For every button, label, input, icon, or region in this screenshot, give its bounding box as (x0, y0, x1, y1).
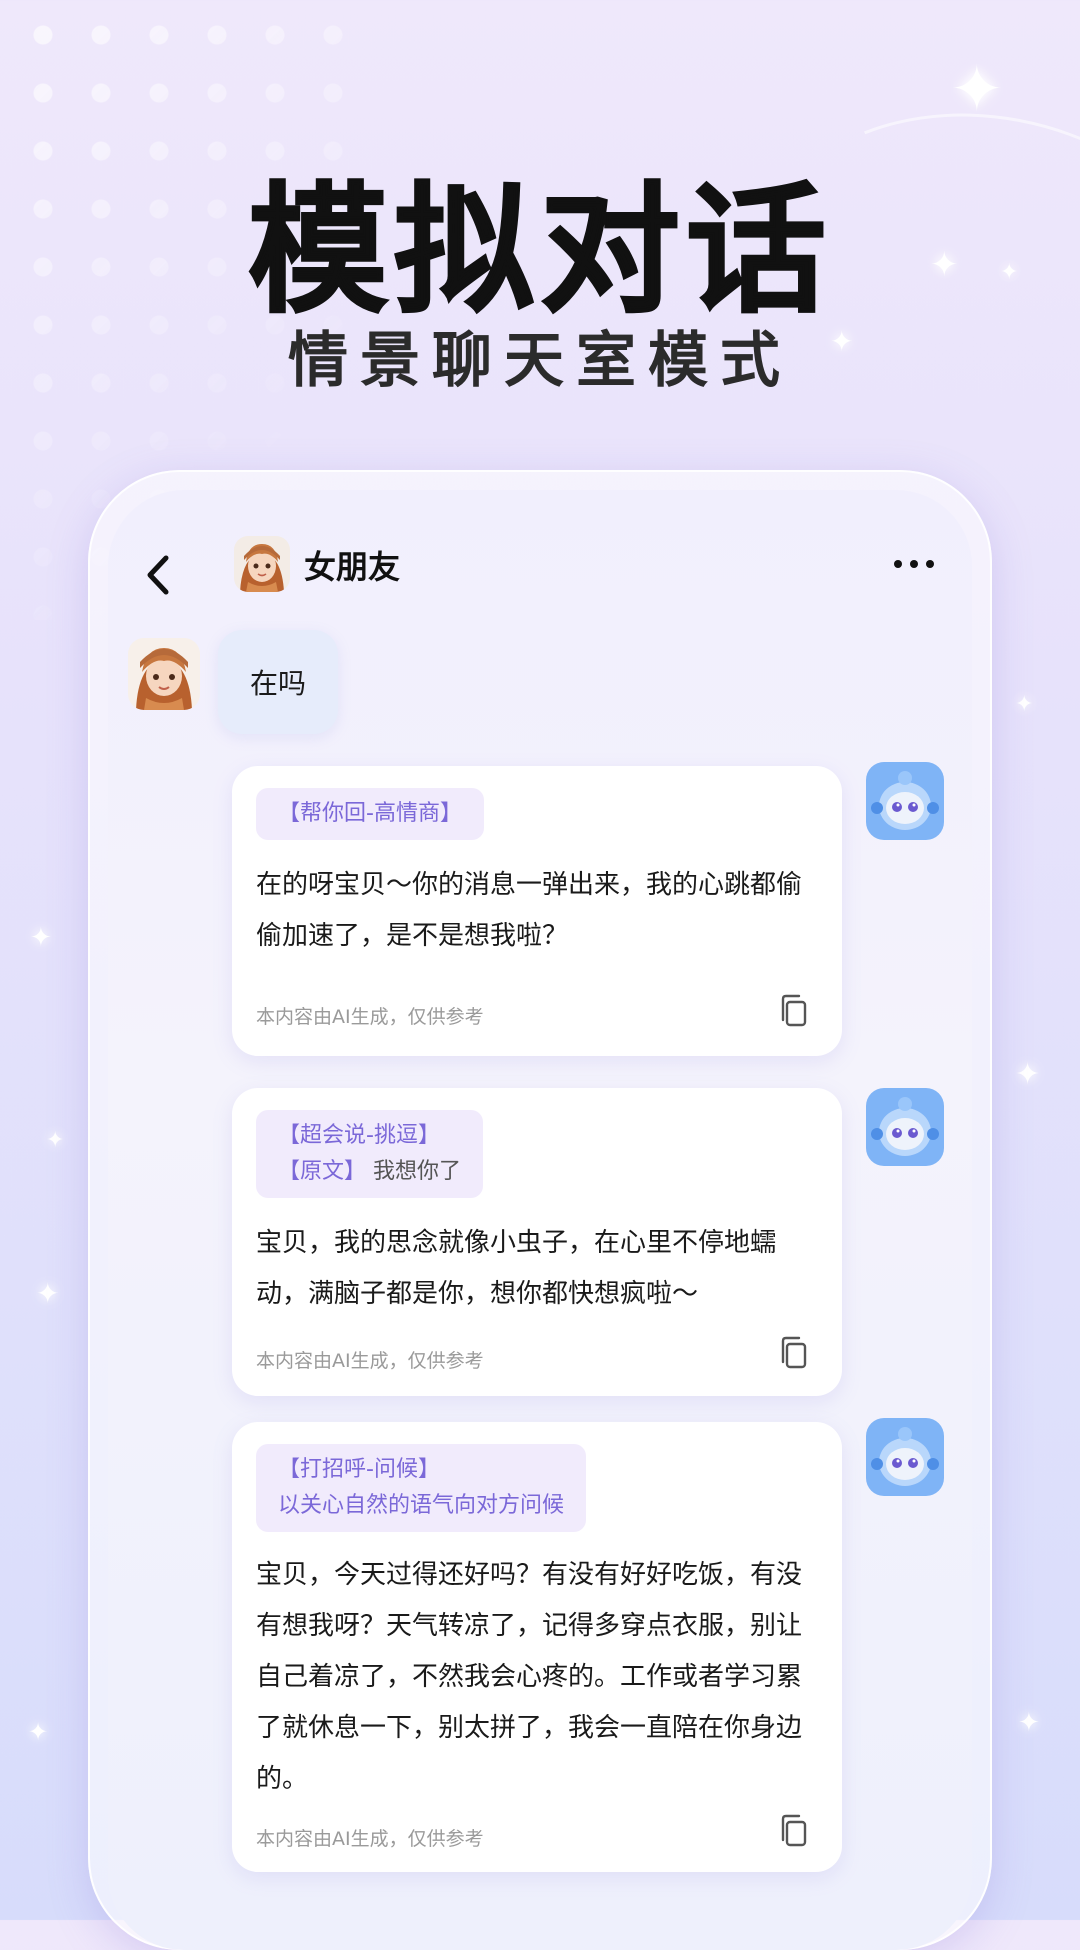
original-label: 【原文】 (278, 1159, 367, 1184)
back-arrow-icon[interactable] (138, 550, 178, 600)
reply-card: 【超会说-挑逗】 【原文】 我想你了 宝贝，我的思念就像小虫子，在心里不停地蠕动… (232, 1088, 842, 1396)
sparkle-icon: ✦ (1018, 1708, 1040, 1738)
original-text: 我想你了 (373, 1159, 462, 1184)
hero-title: 模拟对话 (247, 169, 832, 334)
reply-text[interactable]: 宝贝，我的思念就像小虫子，在心里不停地蠕动，满脑子都是你，想你都快想疯啦～ (256, 1218, 818, 1320)
reply-text[interactable]: 宝贝，今天过得还好吗？有没有好好吃饭，有没有想我呀？天气转凉了，记得多穿点衣服，… (256, 1550, 818, 1805)
sparkle-icon: ✦ (36, 1277, 60, 1310)
sparkle-icon: ✦ (30, 923, 52, 953)
ai-disclaimer: 本内容由AI生成，仅供参考 (256, 1828, 484, 1850)
contact-name: 女朋友 (304, 548, 401, 586)
hero-subtitle: 情景聊天室模式 (288, 326, 792, 396)
reply-style-tag: 【打招呼-问候】 以关心自然的语气向对方问候 (256, 1444, 587, 1532)
copy-icon[interactable] (780, 994, 808, 1028)
more-options-icon[interactable] (890, 554, 938, 574)
reply-text[interactable]: 在的呀宝贝～你的消息一弹出来，我的心跳都偷偷加速了，是不是想我啦？ (256, 860, 818, 962)
sparkle-icon: ✦ (46, 1128, 65, 1153)
tag-label: 【打招呼-问候】 (278, 1457, 440, 1482)
sparkle-icon: ✦ (950, 53, 1004, 127)
ai-robot-avatar (866, 1088, 944, 1166)
reply-card: 【帮你回-高情商】 在的呀宝贝～你的消息一弹出来，我的心跳都偷偷加速了，是不是想… (232, 766, 842, 1056)
tag-label: 【超会说-挑逗】 (278, 1123, 440, 1148)
tone-hint: 以关心自然的语气向对方问候 (278, 1493, 565, 1518)
incoming-message-bubble[interactable]: 在吗 (218, 630, 339, 734)
sparkle-icon: ✦ (1015, 1057, 1041, 1092)
sparkle-icon: ✦ (28, 1718, 49, 1746)
chat-header: 女朋友 (108, 490, 972, 640)
ai-robot-avatar (866, 1418, 944, 1496)
sparkle-icon: ✦ (1015, 692, 1034, 717)
ai-disclaimer: 本内容由AI生成，仅供参考 (256, 1006, 484, 1028)
reply-style-tag: 【超会说-挑逗】 【原文】 我想你了 (256, 1110, 484, 1198)
reply-style-tag: 【帮你回-高情商】 (256, 788, 484, 840)
contact-message-avatar[interactable] (128, 638, 200, 710)
tag-label: 【帮你回-高情商】 (278, 801, 462, 826)
contact-avatar[interactable] (234, 536, 290, 592)
original-text-line: 【原文】 我想你了 (278, 1154, 461, 1190)
chat-screen: 女朋友 在吗 【帮你回-高情商】 在的呀宝贝～你的消息一弹出来，我的心跳都偷偷加… (108, 490, 972, 1950)
copy-icon[interactable] (780, 1814, 808, 1848)
copy-icon[interactable] (780, 1336, 808, 1370)
ai-disclaimer: 本内容由AI生成，仅供参考 (256, 1350, 484, 1372)
reply-card: 【打招呼-问候】 以关心自然的语气向对方问候 宝贝，今天过得还好吗？有没有好好吃… (232, 1422, 842, 1872)
ai-robot-avatar (866, 762, 944, 840)
